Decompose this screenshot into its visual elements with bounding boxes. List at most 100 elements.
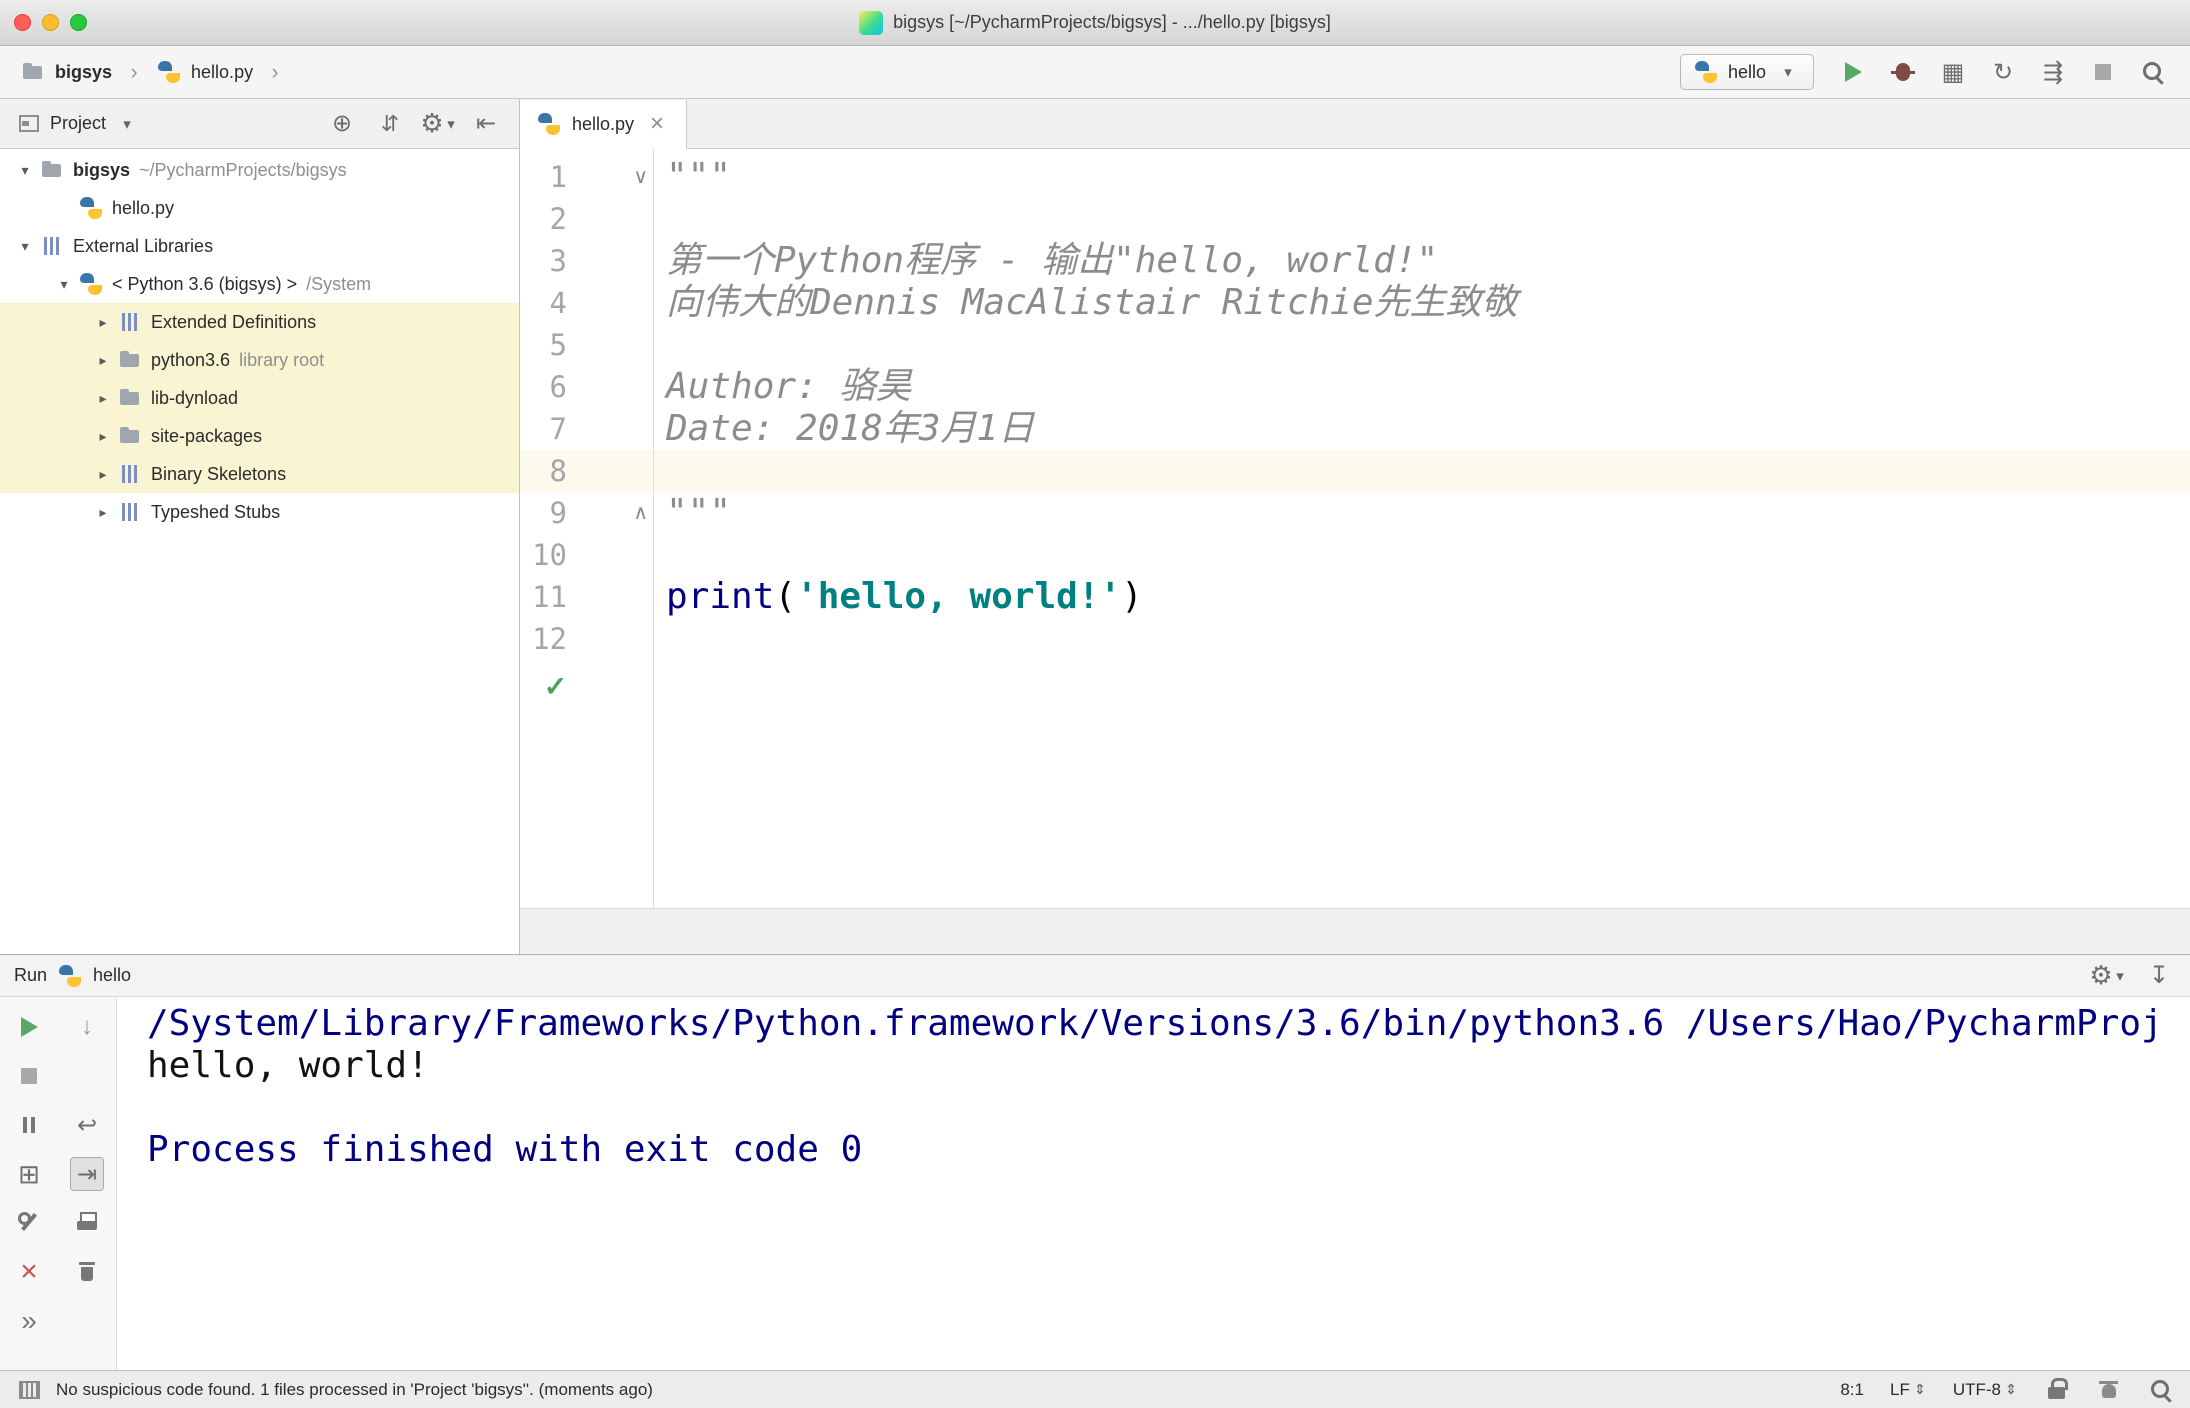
gutter-cell[interactable]: 4	[520, 282, 653, 324]
disclosure-icon[interactable]: ▸	[89, 466, 117, 483]
tree-row[interactable]: ▸ lib-dynload	[0, 379, 519, 417]
tree-row[interactable]: ▾ bigsys ~/PycharmProjects/bigsys	[0, 151, 519, 189]
search-everywhere-button[interactable]	[2136, 55, 2170, 89]
gutter-cell[interactable]: 1 ∨	[520, 156, 653, 198]
run-panel-title[interactable]: Run	[14, 965, 47, 986]
editor-line[interactable]: 9 ∧ """	[520, 492, 2190, 534]
tree-row[interactable]: ▸ site-packages	[0, 417, 519, 455]
rerun-button[interactable]	[12, 1010, 46, 1044]
disclosure-icon[interactable]: ▸	[89, 352, 117, 369]
gutter-cell[interactable]: 8	[520, 450, 653, 492]
disclosure-icon[interactable]: ▸	[89, 314, 117, 331]
editor-line[interactable]: 11 print('hello, world!')	[520, 576, 2190, 618]
gutter-cell[interactable]: 5	[520, 324, 653, 366]
debug-button[interactable]	[1886, 55, 1920, 89]
editor-line[interactable]: 6 Author: 骆昊	[520, 366, 2190, 408]
coverage-icon	[1940, 59, 1966, 85]
concurrency-diagram-button[interactable]	[2036, 55, 2070, 89]
edit-configurations-button[interactable]	[12, 1206, 46, 1240]
status-search-button[interactable]	[2148, 1377, 2174, 1403]
profiler-button[interactable]	[1986, 55, 2020, 89]
python-icon	[57, 963, 83, 989]
collapse-all-button[interactable]	[373, 107, 407, 141]
tree-row[interactable]: hello.py	[0, 189, 519, 227]
editor[interactable]: 1 ∨ """ 2 3 第一个Python程序 - 输出"hello, world!" 4 向…	[520, 149, 2190, 908]
editor-line[interactable]: 8	[520, 450, 2190, 492]
tree-row[interactable]: ▸ Typeshed Stubs	[0, 493, 519, 531]
editor-line[interactable]: 10	[520, 534, 2190, 576]
inspection-ok-icon[interactable]	[542, 674, 568, 700]
code-segment: )	[1121, 576, 1143, 617]
editor-line[interactable]: 7 Date: 2018年3月1日	[520, 408, 2190, 450]
tree-row[interactable]: ▾ < Python 3.6 (bigsys) > /System	[0, 265, 519, 303]
dock-panel-button[interactable]	[2142, 959, 2176, 993]
stop-button[interactable]	[2086, 55, 2120, 89]
pause-output-button[interactable]	[12, 1108, 46, 1142]
gutter-cell[interactable]: 7	[520, 408, 653, 450]
editor-line[interactable]: 5	[520, 324, 2190, 366]
project-settings-button[interactable]	[421, 107, 455, 141]
stop-button[interactable]	[12, 1059, 46, 1093]
line-separator-widget[interactable]: LF	[1890, 1377, 1927, 1403]
run-with-coverage-button[interactable]	[1936, 55, 1970, 89]
breadcrumb-file[interactable]: hello.py	[191, 62, 253, 83]
run-button[interactable]	[1836, 55, 1870, 89]
minimize-window-button[interactable]	[42, 14, 59, 31]
editor-line[interactable]: 2	[520, 198, 2190, 240]
close-button[interactable]	[12, 1255, 46, 1289]
disclosure-icon[interactable]: ▾	[50, 276, 78, 293]
gutter-cell[interactable]: 2	[520, 198, 653, 240]
console-settings-button[interactable]	[2090, 959, 2124, 993]
gutter-cell[interactable]: 12	[520, 618, 653, 660]
close-tab-icon[interactable]	[644, 111, 670, 137]
down-the-stack-button[interactable]	[70, 1010, 104, 1044]
tree-row[interactable]: ▾ External Libraries	[0, 227, 519, 265]
zoom-window-button[interactable]	[70, 14, 87, 31]
breadcrumb-project[interactable]: bigsys	[55, 62, 112, 83]
caret-position-widget[interactable]: 8:1	[1840, 1380, 1864, 1400]
editor-line[interactable]: 4 向伟大的Dennis MacAlistair Ritchie先生致敬	[520, 282, 2190, 324]
gutter-cell[interactable]: 6	[520, 366, 653, 408]
gutter-cell[interactable]: 3	[520, 240, 653, 282]
editor-line[interactable]: 12	[520, 618, 2190, 660]
fold-marker-icon[interactable]: ∨	[633, 156, 648, 198]
readonly-toggle-button[interactable]	[2044, 1377, 2070, 1403]
code-segment: 第一个Python程序 - 输出"hello, world!"	[666, 240, 1439, 281]
disclosure-icon[interactable]: ▸	[89, 504, 117, 521]
close-window-button[interactable]	[14, 14, 31, 31]
console-output[interactable]: /System/Library/Frameworks/Python.framew…	[117, 997, 2190, 1370]
tree-row[interactable]: ▸ Extended Definitions	[0, 303, 519, 341]
disclosure-icon[interactable]: ▾	[11, 162, 39, 179]
tree-row[interactable]: ▸ python3.6 library root	[0, 341, 519, 379]
hide-panel-button[interactable]	[469, 107, 503, 141]
editor-line[interactable]: 1 ∨ """	[520, 156, 2190, 198]
more-options-button[interactable]	[12, 1304, 46, 1338]
disclosure-icon[interactable]: ▾	[11, 238, 39, 255]
chevron-down-icon[interactable]	[114, 111, 140, 137]
project-panel-title[interactable]: Project	[50, 113, 106, 134]
fold-marker-icon[interactable]: ∧	[633, 492, 648, 534]
pycharm-logo-icon	[859, 10, 884, 35]
gutter-cell[interactable]: 11	[520, 576, 653, 618]
toolwindow-bars-button[interactable]	[16, 1377, 42, 1403]
disclosure-icon[interactable]: ▸	[89, 390, 117, 407]
disclosure-icon[interactable]: ▸	[89, 428, 117, 445]
run-config-selector[interactable]: hello	[1679, 54, 1814, 90]
clear-all-button[interactable]	[70, 1255, 104, 1289]
encoding-widget[interactable]: UTF-8	[1953, 1377, 2018, 1403]
tree-item-label: bigsys	[73, 159, 131, 180]
editor-line[interactable]: 3 第一个Python程序 - 输出"hello, world!"	[520, 240, 2190, 282]
hector-inspections-button[interactable]	[2096, 1377, 2122, 1403]
scroll-to-end-button[interactable]	[70, 1157, 104, 1191]
gutter-cell[interactable]: 9 ∧	[520, 492, 653, 534]
library-icon	[117, 461, 143, 487]
soft-wrap-button[interactable]	[70, 1108, 104, 1142]
locate-file-button[interactable]	[325, 107, 359, 141]
grid-icon	[16, 1377, 42, 1403]
tree-row[interactable]: ▸ Binary Skeletons	[0, 455, 519, 493]
restore-layout-button[interactable]	[12, 1157, 46, 1191]
print-button[interactable]	[70, 1206, 104, 1240]
gutter-cell[interactable]: 10	[520, 534, 653, 576]
tab-hello-py[interactable]: hello.py	[520, 100, 688, 149]
